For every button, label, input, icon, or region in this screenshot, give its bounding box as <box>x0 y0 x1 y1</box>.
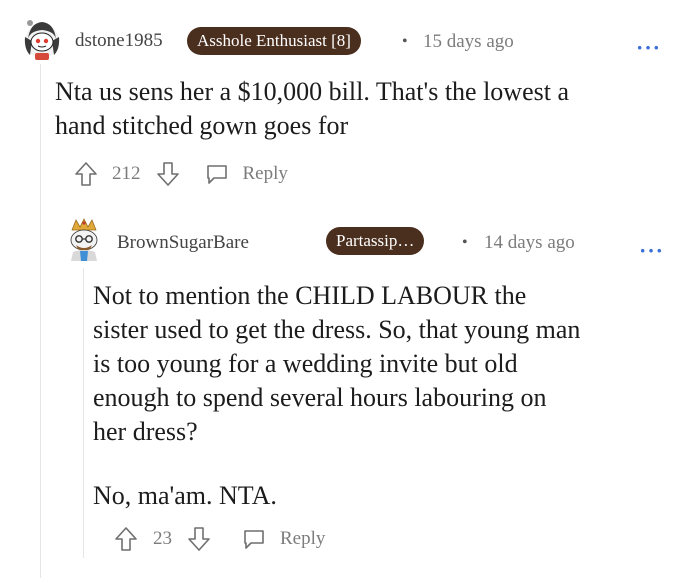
comment-body-line: Nta us sens her a $10,000 bill. That's t… <box>55 77 570 106</box>
snoo-avatar-icon <box>70 218 98 261</box>
more-options-icon[interactable]: ··· <box>636 37 661 59</box>
meta-separator: • <box>402 33 408 50</box>
reply-label: Reply <box>280 528 326 549</box>
vote-count: 23 <box>153 528 172 549</box>
comment-body-line: is too young for a wedding invite but ol… <box>93 349 518 378</box>
comment-body-line: Not to mention the CHILD LABOUR the <box>93 281 527 310</box>
thread-line-reply[interactable] <box>83 268 84 558</box>
comment-body-line: enough to spend several hours labouring … <box>93 383 547 412</box>
user-avatar[interactable] <box>20 17 64 61</box>
user-flair: Asshole Enthusiast [8] <box>187 27 361 55</box>
comment-bubble-icon <box>205 163 229 185</box>
more-options-icon[interactable]: ··· <box>639 240 664 262</box>
comment-actions: 212 Reply <box>73 160 288 188</box>
comment-actions: 23 Reply <box>113 525 325 553</box>
reply-button[interactable]: Reply <box>242 528 325 550</box>
snoo-avatar-icon <box>24 20 60 60</box>
vote-count: 212 <box>112 163 141 184</box>
comment-body: Not to mention the CHILD LABOUR the sist… <box>93 279 683 513</box>
reply-label: Reply <box>242 163 288 184</box>
comment-username[interactable]: dstone1985 <box>75 30 163 52</box>
comment-bubble-icon <box>242 528 266 550</box>
downvote-arrow-icon[interactable] <box>155 160 181 188</box>
user-flair: Partassip… <box>326 227 425 255</box>
comment-body-line: No, ma'am. NTA. <box>93 481 277 510</box>
meta-separator: • <box>462 234 468 251</box>
upvote-arrow-icon[interactable] <box>113 525 139 553</box>
comment-body-line: her dress? <box>93 417 198 446</box>
downvote-arrow-icon[interactable] <box>186 525 212 553</box>
reply-button[interactable]: Reply <box>205 163 288 185</box>
user-avatar[interactable] <box>63 218 105 262</box>
thread-line-root[interactable] <box>40 64 41 578</box>
comment-body: Nta us sens her a $10,000 bill. That's t… <box>55 75 685 143</box>
comment-username[interactable]: BrownSugarBare <box>117 232 249 254</box>
comment-body-line: sister used to get the dress. So, that y… <box>93 315 581 344</box>
comment-body-line: hand stitched gown goes for <box>55 111 349 140</box>
upvote-arrow-icon[interactable] <box>73 160 99 188</box>
comment-timestamp[interactable]: 14 days ago <box>484 232 575 254</box>
comment-timestamp[interactable]: 15 days ago <box>423 31 514 53</box>
